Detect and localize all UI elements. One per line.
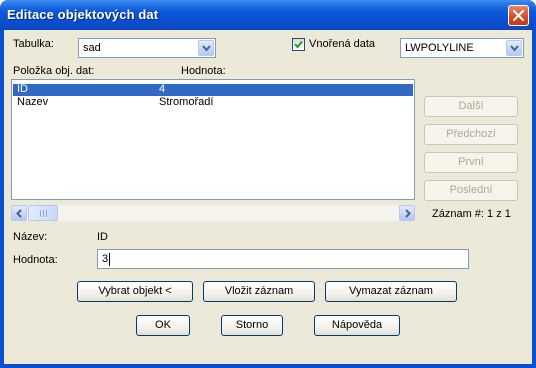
list-item-name: Nazev xyxy=(17,96,49,108)
next-button[interactable]: Další xyxy=(424,96,518,117)
value-input-text: 3 xyxy=(102,253,109,265)
list-item-value: 4 xyxy=(159,83,166,95)
entity-type-value: LWPOLYLINE xyxy=(405,42,474,54)
first-button[interactable]: První xyxy=(424,152,518,173)
list-item[interactable]: ID 4 xyxy=(13,83,413,96)
chevron-down-icon xyxy=(510,45,519,52)
delete-record-button[interactable]: Vymazat záznam xyxy=(325,281,457,302)
checkmark-icon xyxy=(294,40,303,49)
entity-type-select[interactable]: LWPOLYLINE xyxy=(400,38,524,58)
record-counter: Záznam #: 1 z 1 xyxy=(432,208,511,220)
scroll-thumb[interactable] xyxy=(28,205,58,221)
value-input[interactable]: 3 xyxy=(97,249,469,269)
close-button[interactable] xyxy=(508,5,529,26)
last-button[interactable]: Poslední xyxy=(424,180,518,201)
cancel-button[interactable]: Storno xyxy=(221,315,283,336)
nested-data-label[interactable]: Vnořená data xyxy=(309,38,375,50)
name-label: Název: xyxy=(13,231,48,243)
previous-button[interactable]: Předchozí xyxy=(424,124,518,145)
scroll-right-button[interactable] xyxy=(399,205,415,221)
horizontal-scrollbar[interactable] xyxy=(11,205,415,221)
value-label: Hodnota: xyxy=(13,254,58,266)
table-select-dropdown[interactable] xyxy=(198,40,214,56)
insert-record-button[interactable]: Vložit záznam xyxy=(203,281,315,302)
list-item-name: ID xyxy=(17,83,28,95)
table-select[interactable]: sad xyxy=(78,38,216,58)
value-column-header: Hodnota: xyxy=(181,65,226,77)
nested-data-checkbox[interactable] xyxy=(292,38,305,51)
title-bar[interactable]: Editace objektových dat xyxy=(0,0,536,30)
object-data-list[interactable]: ID 4 Nazev Stromořadí xyxy=(11,79,415,200)
select-object-button[interactable]: Vybrat objekt < xyxy=(77,281,193,302)
entity-type-dropdown[interactable] xyxy=(506,40,522,56)
window-title: Editace objektových dat xyxy=(7,7,159,22)
arrow-right-icon xyxy=(405,209,411,218)
name-value: ID xyxy=(97,231,108,243)
chevron-down-icon xyxy=(202,45,211,52)
table-select-value: sad xyxy=(83,42,101,54)
arrow-left-icon xyxy=(16,209,22,218)
item-column-header: Položka obj. dat: xyxy=(13,65,95,77)
list-item[interactable]: Nazev Stromořadí xyxy=(13,96,413,109)
close-icon xyxy=(513,10,524,21)
help-button[interactable]: Nápověda xyxy=(314,315,400,336)
scroll-left-button[interactable] xyxy=(11,205,27,221)
ok-button[interactable]: OK xyxy=(136,315,190,336)
table-label: Tabulka: xyxy=(13,38,54,50)
text-caret xyxy=(109,253,110,266)
list-item-value: Stromořadí xyxy=(159,96,214,108)
